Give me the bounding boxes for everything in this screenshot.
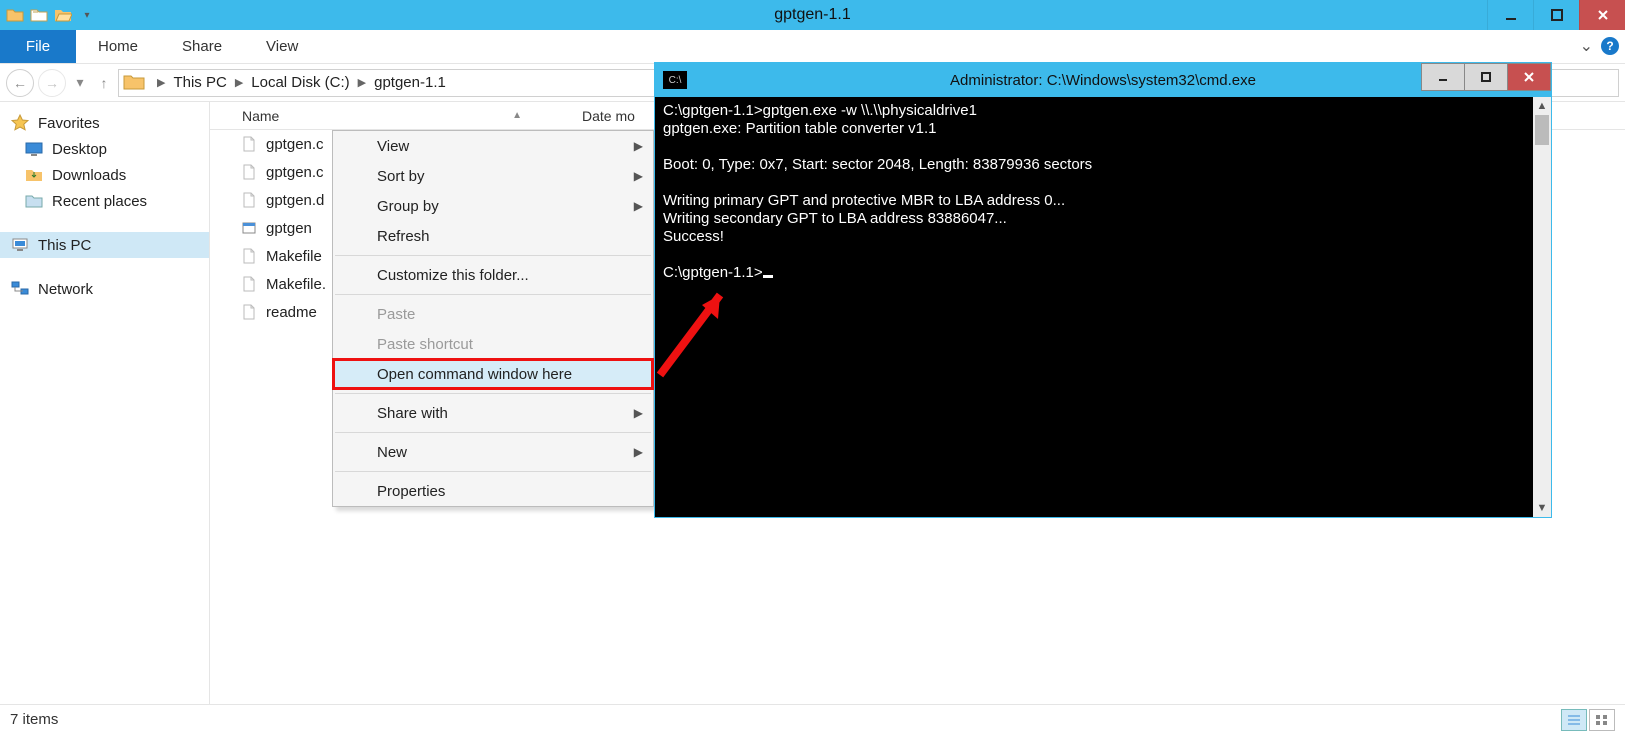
status-item-count: 7 items — [10, 711, 58, 728]
navigation-pane: Favorites Desktop Downloads Recent place… — [0, 102, 210, 704]
nav-desktop[interactable]: Desktop — [0, 136, 209, 162]
chevron-right-icon[interactable]: ▶ — [352, 76, 372, 89]
new-folder-icon[interactable] — [30, 6, 48, 24]
cmd-icon: C:\ — [663, 71, 687, 89]
file-name: readme — [266, 304, 317, 321]
file-icon — [240, 191, 258, 209]
file-name: gptgen.c — [266, 136, 324, 153]
context-menu: View▶ Sort by▶ Group by▶ Refresh Customi… — [332, 130, 654, 507]
menu-properties[interactable]: Properties — [333, 476, 653, 506]
back-button[interactable]: ← — [6, 69, 34, 97]
quick-access-toolbar: ▾ — [0, 6, 102, 24]
menu-sort-by[interactable]: Sort by▶ — [333, 161, 653, 191]
menu-open-command-window[interactable]: Open command window here — [333, 359, 653, 389]
recent-locations-icon[interactable]: ▾ — [70, 69, 90, 97]
scroll-down-icon[interactable]: ▼ — [1533, 499, 1551, 517]
maximize-button[interactable] — [1533, 0, 1579, 30]
minimize-button[interactable] — [1487, 0, 1533, 30]
nav-recent-places[interactable]: Recent places — [0, 188, 209, 214]
menu-group-by[interactable]: Group by▶ — [333, 191, 653, 221]
menu-separator — [335, 294, 651, 295]
menu-new[interactable]: New▶ — [333, 437, 653, 467]
status-bar: 7 items — [0, 704, 1625, 734]
cmd-close-button[interactable] — [1507, 63, 1551, 91]
menu-paste-shortcut: Paste shortcut — [333, 329, 653, 359]
cmd-scrollbar[interactable]: ▲ ▼ — [1533, 97, 1551, 517]
desktop-icon — [24, 140, 44, 158]
chevron-right-icon: ▶ — [634, 139, 643, 153]
breadcrumb-local-disk[interactable]: Local Disk (C:) — [251, 74, 349, 91]
cmd-minimize-button[interactable] — [1421, 63, 1465, 91]
help-icon[interactable]: ? — [1601, 37, 1619, 55]
file-name: Makefile. — [266, 276, 326, 293]
folder-icon — [6, 6, 24, 24]
star-icon — [10, 114, 30, 132]
menu-view[interactable]: View▶ — [333, 131, 653, 161]
menu-separator — [335, 393, 651, 394]
cmd-maximize-button[interactable] — [1464, 63, 1508, 91]
nav-this-pc[interactable]: This PC — [0, 232, 209, 258]
scroll-thumb[interactable] — [1535, 115, 1549, 145]
chevron-right-icon: ▶ — [634, 445, 643, 459]
file-icon — [240, 219, 258, 237]
chevron-right-icon: ▶ — [634, 169, 643, 183]
folder-icon — [123, 74, 145, 92]
ribbon-tabs: File Home Share View ⌄ ? — [0, 30, 1625, 64]
file-icon — [240, 247, 258, 265]
forward-button[interactable]: → — [38, 69, 66, 97]
menu-refresh[interactable]: Refresh — [333, 221, 653, 251]
cursor-icon — [763, 275, 773, 278]
breadcrumb-this-pc[interactable]: This PC — [173, 74, 226, 91]
chevron-right-icon: ▶ — [634, 199, 643, 213]
cmd-title: Administrator: C:\Windows\system32\cmd.e… — [950, 72, 1256, 89]
menu-separator — [335, 471, 651, 472]
icons-view-button[interactable] — [1589, 709, 1615, 731]
column-name[interactable]: Name ▲ — [232, 108, 572, 124]
tab-share[interactable]: Share — [160, 30, 244, 63]
tab-view[interactable]: View — [244, 30, 320, 63]
file-name: gptgen.d — [266, 192, 324, 209]
network-icon — [10, 280, 30, 298]
window-title: gptgen-1.1 — [774, 6, 851, 24]
qat-dropdown-icon[interactable]: ▾ — [78, 6, 96, 24]
sort-indicator-icon: ▲ — [512, 110, 522, 121]
menu-customize-folder[interactable]: Customize this folder... — [333, 260, 653, 290]
menu-separator — [335, 432, 651, 433]
nav-favorites[interactable]: Favorites — [0, 110, 209, 136]
file-tab[interactable]: File — [0, 30, 76, 63]
details-view-button[interactable] — [1561, 709, 1587, 731]
explorer-title-bar: ▾ gptgen-1.1 — [0, 0, 1625, 30]
chevron-right-icon[interactable]: ▶ — [151, 76, 171, 89]
file-icon — [240, 303, 258, 321]
downloads-icon — [24, 166, 44, 184]
close-button[interactable] — [1579, 0, 1625, 30]
file-icon — [240, 135, 258, 153]
cmd-output[interactable]: C:\gptgen-1.1>gptgen.exe -w \\.\\physica… — [655, 97, 1551, 517]
chevron-right-icon[interactable]: ▶ — [229, 76, 249, 89]
file-name: gptgen.c — [266, 164, 324, 181]
open-folder-icon[interactable] — [54, 6, 72, 24]
window-controls — [1487, 0, 1625, 30]
menu-share-with[interactable]: Share with▶ — [333, 398, 653, 428]
menu-paste: Paste — [333, 299, 653, 329]
expand-ribbon-icon[interactable]: ⌄ — [1580, 36, 1593, 56]
file-icon — [240, 275, 258, 293]
breadcrumb-folder[interactable]: gptgen-1.1 — [374, 74, 446, 91]
up-button[interactable]: ↑ — [94, 69, 114, 97]
file-name: gptgen — [266, 220, 312, 237]
cmd-window: C:\ Administrator: C:\Windows\system32\c… — [654, 62, 1552, 518]
chevron-right-icon: ▶ — [634, 406, 643, 420]
scroll-up-icon[interactable]: ▲ — [1533, 97, 1551, 115]
nav-network[interactable]: Network — [0, 276, 209, 302]
column-date[interactable]: Date mo — [572, 108, 645, 124]
recent-places-icon — [24, 192, 44, 210]
cmd-title-bar[interactable]: C:\ Administrator: C:\Windows\system32\c… — [655, 63, 1551, 97]
nav-downloads[interactable]: Downloads — [0, 162, 209, 188]
tab-home[interactable]: Home — [76, 30, 160, 63]
menu-separator — [335, 255, 651, 256]
computer-icon — [10, 236, 30, 254]
file-name: Makefile — [266, 248, 322, 265]
file-icon — [240, 163, 258, 181]
